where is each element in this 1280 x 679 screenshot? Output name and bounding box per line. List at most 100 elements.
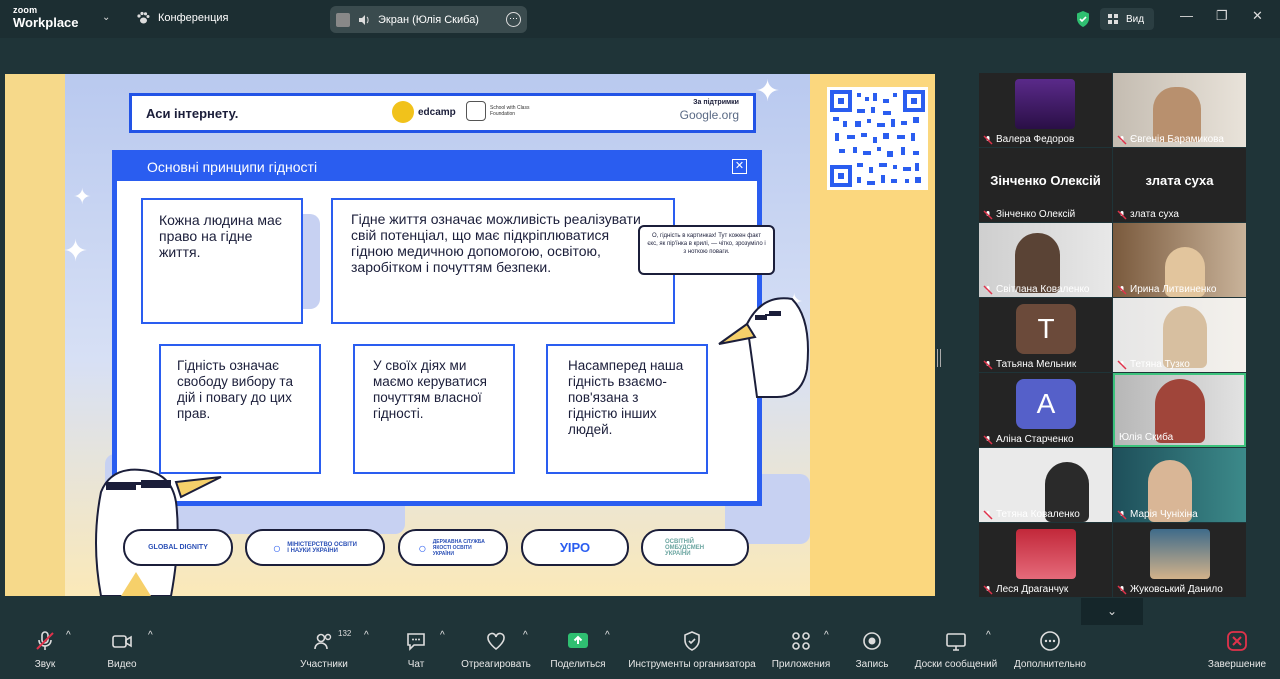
- chat-bubble-icon: [407, 633, 425, 651]
- more-options-icon[interactable]: ⋯: [506, 12, 521, 27]
- participant-tile[interactable]: Зінченко Олексій Зінченко Олексій: [979, 148, 1112, 222]
- participant-tile[interactable]: T Татьяна Мельник: [979, 298, 1112, 372]
- more-button[interactable]: Дополнительно: [1012, 630, 1088, 670]
- chat-options-caret[interactable]: ^: [440, 630, 445, 641]
- participant-tile[interactable]: Ирина Литвиненко: [1113, 223, 1246, 297]
- end-label: Завершение: [1207, 659, 1267, 670]
- participant-name: Ирина Литвиненко: [1117, 284, 1216, 295]
- end-meeting-button[interactable]: Завершение: [1206, 630, 1268, 670]
- apps-button[interactable]: Приложения: [770, 630, 832, 670]
- chevron-down-icon[interactable]: ⌄: [102, 12, 110, 23]
- participant-tile[interactable]: A Аліна Старченко: [979, 373, 1112, 447]
- slide-header-title: Аси інтернету.: [146, 106, 239, 121]
- mic-off-icon: [1117, 509, 1127, 520]
- react-label: Отреагировать: [461, 659, 531, 670]
- mic-off-icon: [983, 134, 993, 145]
- logo-ombudsman: ОСВІТНІЙ ОМБУДСМЕН УКРАЇНИ: [641, 529, 749, 566]
- participant-tile[interactable]: Леся Драганчук: [979, 523, 1112, 597]
- view-label: Вид: [1126, 13, 1145, 25]
- video-camera-icon: [112, 635, 132, 648]
- view-button[interactable]: Вид: [1100, 8, 1154, 30]
- principle-box-5: Насамперед наша гідність взаємо-пов'язан…: [546, 344, 708, 474]
- speech-bubble: О, гідність в картинках! Тут кожен факт …: [638, 225, 775, 275]
- participants-options-caret[interactable]: ^: [364, 630, 369, 641]
- screen-share-indicator[interactable]: Экран (Юлія Скиба) ⋯: [330, 6, 527, 33]
- participant-tile[interactable]: Валера Федоров: [979, 73, 1112, 147]
- participant-tile[interactable]: Тетяна Коваленко: [979, 448, 1112, 522]
- participant-tile[interactable]: Євгенія Барамикова: [1113, 73, 1246, 147]
- participant-tile[interactable]: Жуковський Данило: [1113, 523, 1246, 597]
- presenter-thumbnail: [336, 12, 350, 27]
- host-tools-button[interactable]: Инструменты организатора: [626, 630, 758, 670]
- participant-video: [1015, 79, 1075, 129]
- share-label: Поделиться: [550, 659, 606, 670]
- principle-box-3: Гідність означає свободу вибору та дій і…: [159, 344, 321, 474]
- participant-name: Валера Федоров: [983, 134, 1074, 145]
- participant-display-name: Зінченко Олексій: [990, 173, 1101, 188]
- logo-state-service: ○ ДЕРЖАВНА СЛУЖБА ЯКОСТІ ОСВІТИ УКРАЇНИ: [398, 529, 508, 566]
- participant-tile[interactable]: Світлана Коваленко: [979, 223, 1112, 297]
- whiteboards-label: Доски сообщений: [914, 659, 998, 670]
- shared-screen[interactable]: ✦ ✦ ✦ ✦ Аси інтернету. edcamp School wit…: [5, 74, 935, 596]
- more-dots-icon: [1040, 631, 1060, 651]
- participant-name: Леся Драганчук: [983, 584, 1068, 595]
- participant-name: Світлана Коваленко: [983, 284, 1090, 295]
- record-button[interactable]: Запись: [854, 630, 890, 670]
- support-block: За підтримки Google.org: [680, 99, 739, 122]
- video-button[interactable]: Видео: [104, 630, 140, 670]
- window-title: Основні принципи гідності: [147, 159, 318, 175]
- video-label: Видео: [107, 659, 137, 670]
- apps-options-caret[interactable]: ^: [824, 630, 829, 641]
- participant-name: злата суха: [1117, 209, 1179, 220]
- share-screen-button[interactable]: Поделиться: [550, 630, 606, 670]
- maximize-icon[interactable]: ❐: [1216, 8, 1228, 24]
- share-options-caret[interactable]: ^: [605, 630, 610, 641]
- close-icon[interactable]: ✕: [1252, 8, 1263, 24]
- google-org-logo: Google.org: [679, 108, 739, 122]
- record-label: Запись: [855, 659, 889, 670]
- mic-off-icon: [983, 284, 993, 295]
- react-options-caret[interactable]: ^: [523, 630, 528, 641]
- mic-off-icon: [983, 209, 993, 220]
- zoom-logo[interactable]: zoom Workplace: [13, 5, 79, 30]
- audio-options-caret[interactable]: ^: [66, 630, 71, 641]
- mic-off-icon: [983, 434, 993, 445]
- logo-top-text: zoom: [13, 5, 38, 15]
- end-call-icon: [1227, 631, 1247, 651]
- security-shield-icon[interactable]: [1075, 10, 1091, 28]
- principle-box-4: У своїх діях ми маємо керуватися почуття…: [353, 344, 515, 474]
- participant-tile[interactable]: Марія Чуніхіна: [1113, 448, 1246, 522]
- share-screen-icon: [568, 633, 588, 648]
- grid-view-icon: [1108, 14, 1118, 24]
- mic-off-icon: [1117, 284, 1127, 295]
- mic-off-icon: [983, 584, 993, 595]
- participant-tile-active-speaker[interactable]: Юлія Скиба: [1113, 373, 1246, 447]
- principle-box-1: Кожна людина має право на гідне життя.: [141, 198, 303, 324]
- mic-off-icon: [1117, 584, 1127, 595]
- whiteboard-icon: [946, 633, 966, 651]
- video-options-caret[interactable]: ^: [148, 630, 153, 641]
- participant-name: Євгенія Барамикова: [1117, 134, 1224, 145]
- gallery-scroll-down-button[interactable]: ⌄: [1081, 598, 1143, 625]
- apps-label: Приложения: [771, 659, 831, 670]
- audio-button[interactable]: Звук: [28, 630, 62, 670]
- sparkle-icon: ✦: [73, 184, 92, 209]
- shield-icon: [684, 631, 700, 651]
- minimize-icon[interactable]: —: [1180, 8, 1193, 23]
- resize-handle[interactable]: [937, 349, 941, 367]
- chat-button[interactable]: Чат: [404, 630, 428, 670]
- whiteboards-options-caret[interactable]: ^: [986, 630, 991, 641]
- meeting-info[interactable]: Конференция: [136, 11, 228, 25]
- participant-tile[interactable]: злата суха злата суха: [1113, 148, 1246, 222]
- speaker-icon: [359, 14, 369, 25]
- participant-display-name: злата суха: [1145, 173, 1214, 188]
- react-button[interactable]: Отреагировать: [460, 630, 532, 670]
- more-label: Дополнительно: [1014, 659, 1086, 670]
- participants-label: Участники: [300, 659, 348, 670]
- bird-illustration: [718, 297, 809, 398]
- participant-name: Тетяна Тузко: [1117, 359, 1190, 370]
- qr-code: [827, 87, 928, 190]
- participant-name: Юлія Скиба: [1119, 432, 1174, 443]
- edcamp-logo: edcamp: [392, 101, 456, 123]
- participant-tile[interactable]: Тетяна Тузко: [1113, 298, 1246, 372]
